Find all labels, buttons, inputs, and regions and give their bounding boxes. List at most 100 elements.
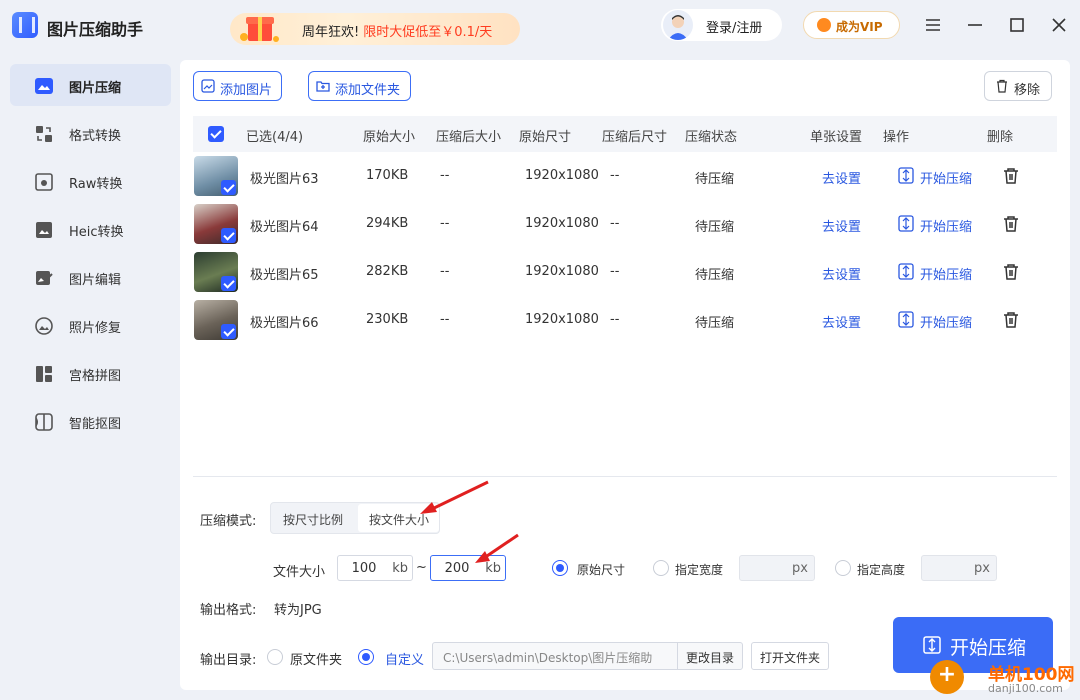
settings-link[interactable]: 去设置 (822, 312, 861, 331)
orig-size: 282KB (366, 264, 409, 279)
sidebar-item-format-convert[interactable]: 格式转换 (10, 112, 171, 154)
height-unit: px (974, 561, 990, 576)
min-size-input[interactable]: 100 kb (337, 555, 413, 581)
table-row[interactable]: 极光图片66 230KB -- 1920x1080 -- 待压缩 去设置 开始压… (193, 296, 1057, 344)
open-folder-label: 打开文件夹 (760, 651, 821, 665)
sidebar-item-label: 格式转换 (69, 129, 122, 144)
original-folder-label: 原文件夹 (290, 653, 343, 668)
comp-dim: -- (610, 264, 620, 279)
orig-size: 294KB (366, 216, 409, 231)
orig-dim: 1920x1080 (525, 264, 599, 279)
col-status: 压缩状态 (685, 130, 738, 145)
add-folder-button[interactable]: 添加文件夹 (308, 71, 411, 101)
table-row[interactable]: 极光图片64 294KB -- 1920x1080 -- 待压缩 去设置 开始压… (193, 200, 1057, 248)
comp-size: -- (440, 264, 450, 279)
open-folder-button[interactable]: 打开文件夹 (751, 642, 829, 670)
minimize-icon[interactable] (962, 12, 988, 38)
output-dir-label: 输出目录: (200, 653, 257, 668)
height-input[interactable]: px (921, 555, 997, 581)
compress-icon[interactable] (898, 311, 914, 328)
table-row[interactable]: 极光图片65 282KB -- 1920x1080 -- 待压缩 去设置 开始压… (193, 248, 1057, 296)
start-compress-link[interactable]: 开始压缩 (920, 312, 972, 331)
start-compress-link[interactable]: 开始压缩 (920, 264, 972, 283)
start-compress-label: 开始压缩 (950, 637, 1027, 659)
login-button[interactable]: 登录/注册 (661, 9, 782, 41)
change-dir-button[interactable]: 更改目录 (677, 642, 743, 670)
start-compress-link[interactable]: 开始压缩 (920, 216, 972, 235)
comp-size: -- (440, 216, 450, 231)
sidebar-item-heic-convert[interactable]: Heic转换 (10, 208, 171, 250)
photo-repair-icon (35, 317, 53, 335)
promo-banner[interactable]: 周年狂欢! 限时大促低至￥0.1/天 (230, 13, 520, 45)
format-convert-icon (36, 126, 52, 142)
sidebar-item-label: 智能抠图 (69, 417, 122, 432)
radio-original-folder[interactable] (267, 649, 283, 665)
sidebar-item-label: Raw转换 (69, 177, 123, 192)
width-input[interactable]: px (739, 555, 815, 581)
radio-original-dim[interactable] (552, 560, 568, 576)
maximize-icon[interactable] (1004, 12, 1030, 38)
row-checkbox[interactable] (221, 180, 236, 195)
settings-link[interactable]: 去设置 (822, 264, 861, 283)
title-bar: 图片压缩助手 周年狂欢! 限时大促低至￥0.1/天 登录/注册 成为VIP (0, 0, 1080, 52)
row-checkbox[interactable] (221, 228, 236, 243)
sidebar-item-image-edit[interactable]: 图片编辑 (10, 256, 171, 298)
trash-icon[interactable] (1002, 167, 1020, 185)
remove-button[interactable]: 移除 (984, 71, 1052, 101)
smart-cutout-icon (35, 413, 53, 431)
mode-by-dimension[interactable]: 按尺寸比例 (283, 511, 343, 528)
col-orig-dim: 原始尺寸 (519, 130, 572, 145)
compress-icon (923, 636, 941, 654)
custom-folder-label: 自定义 (385, 653, 425, 668)
row-checkbox[interactable] (221, 276, 236, 291)
add-image-button[interactable]: 添加图片 (193, 71, 282, 101)
annotation-arrow (420, 480, 489, 514)
settings-link[interactable]: 去设置 (822, 168, 861, 187)
heic-convert-icon (36, 222, 52, 238)
start-compress-link[interactable]: 开始压缩 (920, 168, 972, 187)
compress-icon[interactable] (898, 263, 914, 280)
sidebar-item-photo-repair[interactable]: 照片修复 (10, 304, 171, 346)
select-all-checkbox[interactable] (208, 126, 224, 142)
divider (193, 476, 1057, 477)
menu-icon[interactable] (920, 12, 946, 38)
orig-size: 230KB (366, 312, 409, 327)
trash-icon[interactable] (1002, 215, 1020, 233)
avatar (663, 10, 693, 40)
sidebar-item-raw-convert[interactable]: Raw转换 (10, 160, 171, 202)
compress-mode-segmented: 按尺寸比例 按文件大小 (270, 502, 440, 534)
comp-size: -- (440, 168, 450, 183)
raw-convert-icon (35, 173, 53, 191)
sidebar-item-smart-cutout[interactable]: 智能抠图 (10, 400, 171, 442)
close-icon[interactable] (1046, 12, 1072, 38)
sidebar-item-label: 图片压缩 (69, 81, 122, 96)
settings-link[interactable]: 去设置 (822, 216, 861, 235)
radio-custom-folder[interactable] (358, 649, 374, 665)
sidebar-item-label: 照片修复 (69, 321, 122, 336)
output-path-field[interactable]: C:\Users\admin\Desktop\图片压缩助 (432, 642, 678, 670)
comp-dim: -- (610, 168, 620, 183)
gift-icon (240, 17, 279, 42)
status: 待压缩 (695, 172, 735, 187)
min-size-value: 100 (351, 561, 377, 576)
col-comp-dim: 压缩后尺寸 (602, 130, 668, 145)
promo-text: 周年狂欢! 限时大促低至￥0.1/天 (302, 25, 493, 40)
trash-icon[interactable] (1002, 311, 1020, 329)
row-checkbox[interactable] (221, 324, 236, 339)
output-path-value: C:\Users\admin\Desktop\图片压缩助 (443, 651, 653, 665)
trash-icon[interactable] (1002, 263, 1020, 281)
width-label: 指定宽度 (675, 563, 724, 577)
image-compress-icon (35, 78, 53, 94)
radio-width[interactable] (653, 560, 669, 576)
sidebar-item-grid-collage[interactable]: 宫格拼图 (10, 352, 171, 394)
sidebar-item-image-compress[interactable]: 图片压缩 (10, 64, 171, 106)
radio-height[interactable] (835, 560, 851, 576)
trash-icon (997, 79, 1007, 93)
table-header: 已选(4/4) 原始大小 压缩后大小 原始尺寸 压缩后尺寸 压缩状态 单张设置 … (193, 116, 1057, 152)
col-action: 操作 (883, 130, 910, 145)
vip-button[interactable]: 成为VIP (803, 11, 900, 39)
compress-icon[interactable] (898, 215, 914, 232)
table-row[interactable]: 极光图片63 170KB -- 1920x1080 -- 待压缩 去设置 开始压… (193, 152, 1057, 200)
status: 待压缩 (695, 316, 735, 331)
compress-icon[interactable] (898, 167, 914, 184)
